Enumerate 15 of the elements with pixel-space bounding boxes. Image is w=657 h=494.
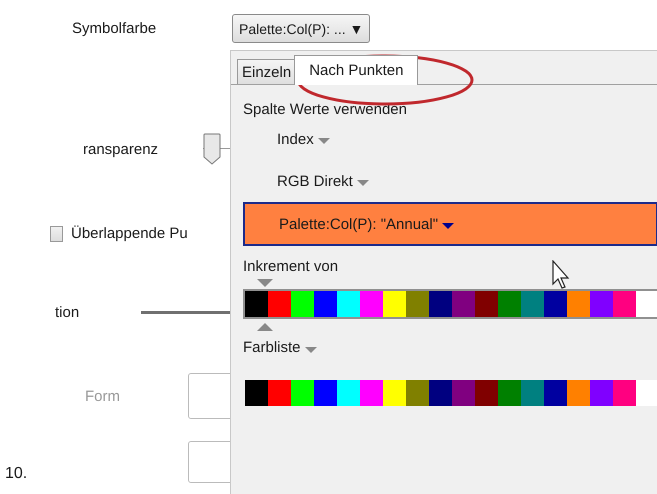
tab[interactable]: Nach Punkten bbox=[294, 55, 418, 85]
transparency-label: ransparenz bbox=[83, 140, 160, 158]
overlap-label: Überlappende Pu bbox=[71, 225, 188, 242]
option-item[interactable]: RGB Direkt bbox=[243, 160, 369, 202]
symbol-color-label: Symbolfarbe bbox=[72, 20, 158, 37]
color-list-label: Farbliste bbox=[243, 339, 301, 356]
tab[interactable]: Einzeln bbox=[237, 59, 296, 84]
option-item[interactable]: Palette:Col(P): "Annual" bbox=[243, 202, 657, 246]
list-number: 10. bbox=[5, 465, 28, 483]
form-label: Form bbox=[85, 388, 121, 404]
option-item[interactable]: Index bbox=[243, 118, 330, 160]
symbol-color-dropdown[interactable]: Palette:Col(P): ... ▼ bbox=[232, 14, 370, 43]
section-label: tion bbox=[55, 304, 80, 321]
increment-label: Inkrement von bbox=[243, 258, 338, 275]
column-values-label: Spalte Werte verwenden bbox=[243, 101, 407, 118]
